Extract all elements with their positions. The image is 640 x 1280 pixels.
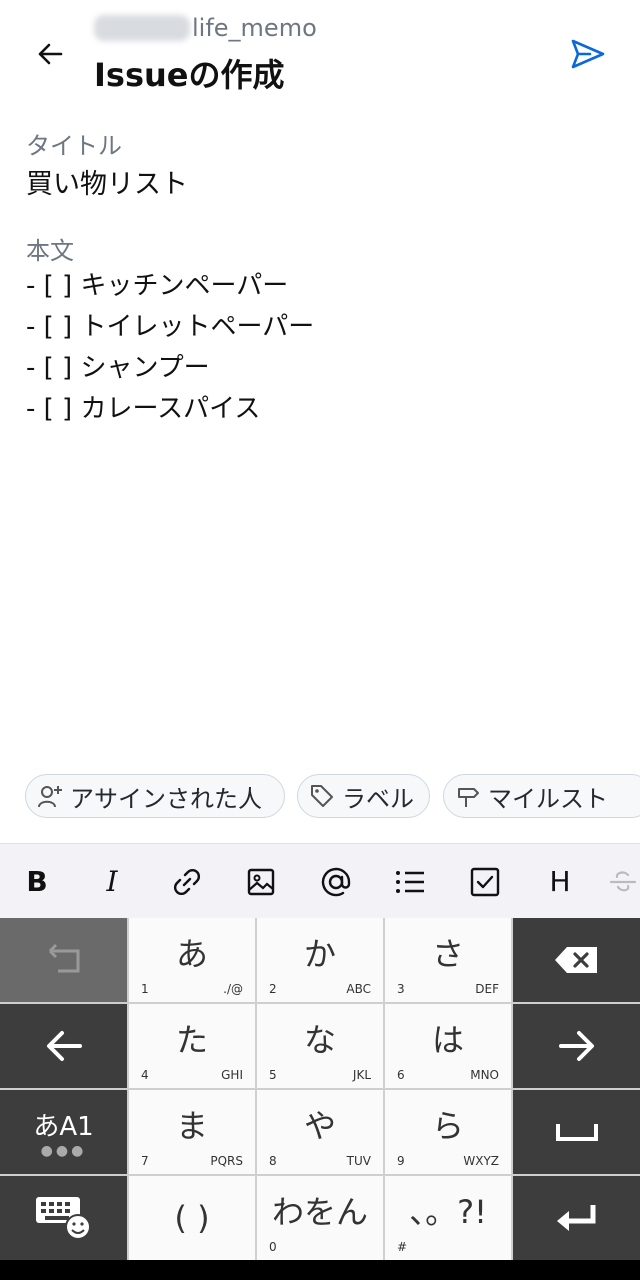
assignees-chip-label: アサインされた人 xyxy=(70,784,262,813)
submit-button[interactable] xyxy=(566,34,610,74)
input-mode-key[interactable]: あA1 ●●● xyxy=(0,1090,127,1174)
space-icon xyxy=(555,1124,598,1141)
tag-icon xyxy=(311,785,333,807)
bullet-list-icon xyxy=(396,870,424,893)
keyboard-emoji-icon xyxy=(35,1197,91,1240)
assignees-chip[interactable]: アサインされた人 xyxy=(25,774,285,818)
image-icon xyxy=(247,868,275,895)
body-line: - [ ] カレースパイス xyxy=(26,394,261,424)
more-dots-icon: ●●● xyxy=(40,1142,87,1159)
mention-button[interactable] xyxy=(311,844,361,919)
kana-key-na[interactable]: な 5 JKL xyxy=(257,1004,383,1088)
body-line: - [ ] トイレットペーパー xyxy=(26,312,315,342)
kana-key-wa[interactable]: わをん 0 xyxy=(257,1176,383,1260)
labels-chip-label: ラベル xyxy=(342,784,414,813)
metadata-chips: アサインされた人 ラベル マイルスト xyxy=(0,774,640,820)
backspace-key[interactable] xyxy=(513,918,640,1002)
enter-icon xyxy=(556,1205,595,1231)
milestone-chip-label: マイルスト xyxy=(488,784,608,813)
undo-key[interactable] xyxy=(0,918,127,1002)
list-button[interactable] xyxy=(385,844,435,919)
cursor-right-key[interactable] xyxy=(513,1004,640,1088)
strikethrough-button[interactable] xyxy=(608,844,640,919)
back-button[interactable] xyxy=(30,34,70,74)
kana-key-ka[interactable]: か 2 ABC xyxy=(257,918,383,1002)
enter-key[interactable] xyxy=(513,1176,640,1260)
labels-chip[interactable]: ラベル xyxy=(297,774,430,818)
milestone-chip[interactable]: マイルスト xyxy=(443,774,640,818)
repo-name: life_memo xyxy=(192,14,317,42)
body-textarea[interactable]: - [ ] キッチンペーパー - [ ] トイレットペーパー - [ ] シャン… xyxy=(26,266,314,430)
backspace-icon xyxy=(554,947,597,973)
link-button[interactable] xyxy=(162,844,212,919)
kana-key-ya[interactable]: や 8 TUV xyxy=(257,1090,383,1174)
milestone-icon xyxy=(458,788,479,807)
link-icon xyxy=(174,868,200,895)
task-list-button[interactable] xyxy=(460,844,510,919)
at-sign-icon xyxy=(321,867,351,896)
arrow-right-icon xyxy=(558,1031,594,1061)
heading-icon: H xyxy=(549,865,571,898)
kana-key-ta[interactable]: た 4 GHI xyxy=(129,1004,255,1088)
italic-icon: I xyxy=(106,865,118,898)
kana-key-sa[interactable]: さ 3 DEF xyxy=(385,918,511,1002)
software-keyboard: あ 1 ./@ か 2 ABC さ 3 DEF た 4 GHI な 5 JKL … xyxy=(0,918,640,1260)
keyboard-settings-key[interactable] xyxy=(0,1176,127,1260)
app-header: life_memo Issueの作成 xyxy=(0,0,640,110)
title-input[interactable]: 買い物リスト xyxy=(26,162,188,201)
image-button[interactable] xyxy=(236,844,286,919)
bold-icon: B xyxy=(26,865,48,898)
body-line: - [ ] シャンプー xyxy=(26,353,210,383)
owner-name-redacted xyxy=(94,15,190,41)
checkbox-icon xyxy=(470,867,500,896)
repo-breadcrumb: life_memo xyxy=(94,14,317,42)
arrow-left-icon xyxy=(38,43,63,65)
kana-key-ra[interactable]: ら 9 WXYZ xyxy=(385,1090,511,1174)
markdown-toolbar: B I H xyxy=(0,843,640,918)
kana-key-brackets[interactable]: ( ) xyxy=(129,1176,255,1260)
kana-key-ha[interactable]: は 6 MNO xyxy=(385,1004,511,1088)
heading-button[interactable]: H xyxy=(535,844,585,919)
space-key[interactable] xyxy=(513,1090,640,1174)
system-navigation-bar xyxy=(0,1260,640,1280)
bold-button[interactable]: B xyxy=(12,844,62,919)
kana-key-punctuation[interactable]: 、。?! # xyxy=(385,1176,511,1260)
person-add-icon xyxy=(38,786,62,808)
italic-button[interactable]: I xyxy=(87,844,137,919)
kana-key-a[interactable]: あ 1 ./@ xyxy=(129,918,255,1002)
paper-plane-icon xyxy=(571,39,605,69)
title-field-label: タイトル xyxy=(26,132,122,160)
cursor-left-key[interactable] xyxy=(0,1004,127,1088)
input-mode-label: あA1 xyxy=(33,1111,94,1142)
page-title: Issueの作成 xyxy=(94,56,285,94)
issue-create-screen: life_memo Issueの作成 タイトル 買い物リスト 本文 - [ ] … xyxy=(0,0,640,1280)
undo-icon xyxy=(48,943,79,973)
kana-key-ma[interactable]: ま 7 PQRS xyxy=(129,1090,255,1174)
arrow-left-icon xyxy=(46,1031,82,1061)
strikethrough-icon xyxy=(609,870,637,891)
body-line: - [ ] キッチンペーパー xyxy=(26,271,289,301)
body-field-label: 本文 xyxy=(26,237,74,265)
